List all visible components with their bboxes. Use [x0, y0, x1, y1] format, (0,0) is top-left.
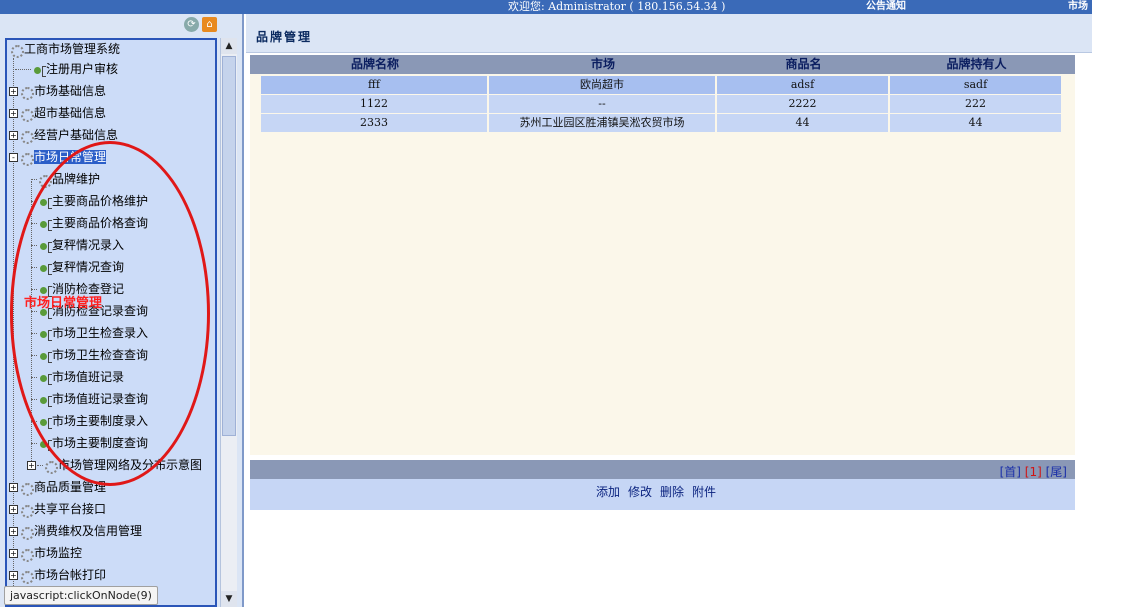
scroll-thumb[interactable]: [222, 56, 236, 436]
edit-link[interactable]: 修改: [628, 485, 652, 499]
folder-gear-icon: [9, 44, 24, 58]
tree-item-supermarket-info[interactable]: + 超市基础信息: [9, 104, 106, 122]
table-cell: 2222: [717, 95, 890, 113]
folder-gear-icon: [43, 460, 58, 474]
table-cell: fff: [261, 76, 489, 94]
pager: [首] [1] [尾]: [1000, 463, 1067, 480]
pager-first-link[interactable]: [首]: [1000, 465, 1021, 479]
top-banner: 欢迎您: Administrator ( 180.156.54.34 ) 公告通…: [0, 0, 1092, 14]
tree-item-consumer-rights[interactable]: + 消费维权及信用管理: [9, 522, 142, 540]
folder-gear-icon: [19, 130, 34, 144]
table-row[interactable]: 1122 -- 2222 222: [261, 95, 1063, 113]
table-cell: adsf: [717, 76, 890, 94]
folder-gear-icon: [19, 548, 34, 562]
table-cell: 44: [717, 114, 890, 132]
column-header: 品牌持有人: [946, 57, 1007, 71]
action-links: 添加 修改 删除 附件: [596, 483, 724, 500]
red-annotation-ellipse: [10, 141, 210, 486]
delete-link[interactable]: 删除: [660, 485, 684, 499]
annotation-label: 市场日常管理: [24, 296, 103, 311]
tree-item-share-platform[interactable]: + 共享平台接口: [9, 500, 106, 518]
add-link[interactable]: 添加: [596, 485, 620, 499]
market-link[interactable]: 市场: [1068, 0, 1088, 14]
folder-gear-icon: [19, 152, 34, 166]
table-cell: 苏州工业园区胜浦镇吴淞农贸市场: [489, 114, 717, 132]
table-footer: [首] [1] [尾] 添加 修改 删除 附件: [250, 460, 1075, 510]
tree-item-ledger-print[interactable]: + 市场台帐打印: [9, 566, 106, 584]
folder-gear-icon: [19, 570, 34, 584]
tree-root[interactable]: 工商市场管理系统: [9, 40, 120, 58]
table-cell: 欧尚超市: [489, 76, 717, 94]
pager-bar: [首] [1] [尾]: [250, 460, 1075, 479]
main-frame: 品牌管理 品牌名称 市场 商品名 品牌持有人 fff 欧尚超市 adsf sad…: [246, 14, 1092, 607]
attachment-link[interactable]: 附件: [692, 485, 716, 499]
status-bar-url: javascript:clickOnNode(9): [4, 586, 158, 605]
notice-link[interactable]: 公告通知: [866, 0, 906, 14]
table-cell: 2333: [261, 114, 489, 132]
folder-gear-icon: [19, 108, 34, 122]
folder-gear-icon: [19, 504, 34, 518]
column-header: 市场: [590, 57, 615, 71]
pager-current-page[interactable]: [1]: [1025, 465, 1042, 479]
scroll-down-arrow-icon[interactable]: ▼: [221, 591, 237, 607]
tree-item-monitoring[interactable]: + 市场监控: [9, 544, 82, 562]
folder-gear-icon: [19, 482, 34, 496]
sidebar-toolbar: ⟳ ⌂: [184, 16, 220, 36]
table-header: 品牌名称 市场 商品名 品牌持有人: [250, 55, 1075, 74]
table-cell: --: [489, 95, 717, 113]
folder-gear-icon: [19, 86, 34, 100]
pager-last-link[interactable]: [尾]: [1046, 465, 1067, 479]
tree-item-register-audit[interactable]: 注册用户审核: [15, 60, 118, 78]
welcome-text: 欢迎您: Administrator ( 180.156.54.34 ): [508, 0, 726, 13]
page-header: 品牌管理: [246, 14, 1092, 53]
column-header: 品牌名称: [350, 57, 399, 71]
table-cell: 44: [890, 114, 1063, 132]
table-cell: 222: [890, 95, 1063, 113]
tree-root-label: 工商市场管理系统: [24, 42, 121, 56]
column-header: 商品名: [785, 57, 822, 71]
table-row[interactable]: fff 欧尚超市 adsf sadf: [261, 76, 1063, 94]
folder-gear-icon: [19, 526, 34, 540]
tree-item-market-info[interactable]: + 市场基础信息: [9, 82, 106, 100]
tree-scrollbar[interactable]: ▲ ▼: [220, 38, 237, 607]
home-icon[interactable]: ⌂: [202, 17, 217, 32]
brand-table: 品牌名称 市场 商品名 品牌持有人 fff 欧尚超市 adsf sadf 112…: [250, 55, 1075, 455]
table-row[interactable]: 2333 苏州工业园区胜浦镇吴淞农贸市场 44 44: [261, 114, 1063, 132]
refresh-icon[interactable]: ⟳: [184, 17, 199, 32]
table-cell: 1122: [261, 95, 489, 113]
leaf-icon: [31, 64, 46, 77]
scroll-up-arrow-icon[interactable]: ▲: [221, 38, 237, 54]
table-cell: sadf: [890, 76, 1063, 94]
page-title: 品牌管理: [256, 30, 313, 44]
